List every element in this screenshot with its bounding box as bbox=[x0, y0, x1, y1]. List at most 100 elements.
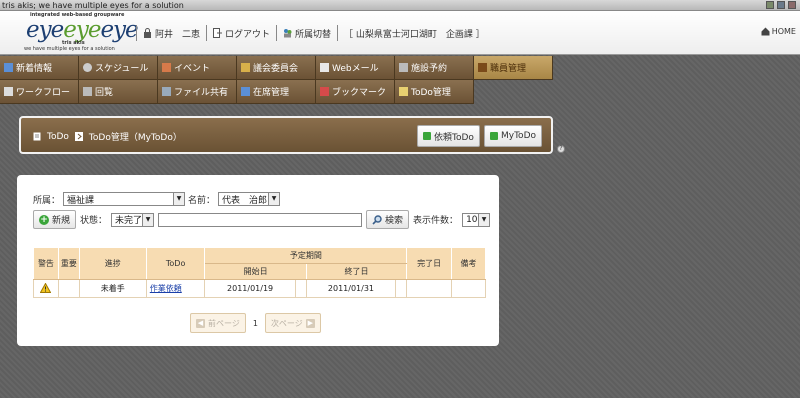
presence-icon bbox=[241, 87, 250, 96]
chevron-down-icon: ▼ bbox=[268, 193, 280, 205]
nav-news[interactable]: 新着情報 bbox=[0, 56, 79, 80]
dept-select[interactable]: 福祉課 ▼ bbox=[63, 192, 186, 206]
next-page-button[interactable]: 次ページ ▶ bbox=[264, 313, 321, 333]
switch-dept-link[interactable]: 所属切替 bbox=[276, 25, 337, 41]
logout-icon bbox=[213, 28, 223, 38]
todo-panel: 所属： 福祉課 ▼ 名前： 代表 治郎 ▼ + 新規 状態： 未完了 ▼ 検索 … bbox=[17, 175, 499, 346]
window-titlebar: tris akis; we have multiple eyes for a s… bbox=[0, 0, 800, 11]
close-icon[interactable] bbox=[788, 1, 796, 9]
col-warning: 警告 bbox=[33, 247, 59, 280]
minimize-icon[interactable] bbox=[766, 1, 774, 9]
maximize-icon[interactable] bbox=[777, 1, 785, 9]
workflow-icon bbox=[4, 87, 13, 96]
warning-icon bbox=[40, 282, 52, 293]
breadcrumb-todo[interactable]: ToDo bbox=[47, 132, 69, 142]
breadcrumb: ToDo ToDo管理（MyToDo） 依頼ToDo MyToDo bbox=[19, 116, 553, 154]
row-done bbox=[406, 279, 453, 298]
todo-page-icon bbox=[33, 132, 41, 141]
chevron-down-icon: ▼ bbox=[173, 193, 185, 205]
name-label: 名前： bbox=[188, 195, 216, 206]
mail-icon bbox=[320, 63, 329, 72]
row-progress: 未着手 bbox=[78, 279, 147, 298]
chevron-right-icon bbox=[74, 132, 83, 141]
nav-bookmark[interactable]: ブックマーク bbox=[316, 80, 395, 104]
todo-link[interactable]: 作業依頼 bbox=[150, 284, 182, 293]
nav-schedule[interactable]: スケジュール bbox=[79, 56, 158, 80]
nav-facility[interactable]: 施設予約 bbox=[395, 56, 474, 80]
user-name: 阿井 二恵 bbox=[155, 29, 201, 40]
news-icon bbox=[4, 63, 13, 72]
org-name: ［ 山梨県富士河口湖町 企画課 ］ bbox=[337, 25, 491, 41]
breadcrumb-current: ToDo管理（MyToDo） bbox=[88, 133, 182, 143]
nav-file-share[interactable]: ファイル共有 bbox=[158, 80, 237, 104]
plus-icon: + bbox=[39, 214, 49, 225]
nav-event[interactable]: イベント bbox=[158, 56, 237, 80]
window-controls bbox=[766, 1, 796, 9]
dept-label: 所属： bbox=[33, 195, 61, 206]
chevron-down-icon: ▼ bbox=[142, 213, 154, 226]
request-todo-button[interactable]: 依頼ToDo bbox=[417, 125, 480, 147]
home-link[interactable]: HOME bbox=[761, 27, 796, 36]
count-select[interactable]: 10 ▼ bbox=[462, 212, 491, 227]
name-select[interactable]: 代表 治郎 ▼ bbox=[218, 192, 281, 206]
arrow-left-icon: ◀ bbox=[196, 318, 205, 328]
user-info: 阿井 二恵 bbox=[136, 25, 206, 41]
bookmark-icon bbox=[320, 87, 329, 96]
request-icon bbox=[423, 132, 431, 140]
new-button[interactable]: + 新規 bbox=[33, 210, 77, 229]
app-header: integrated web-based groupware eyeeyeeye… bbox=[0, 11, 800, 55]
file-share-icon bbox=[162, 87, 171, 96]
count-label: 表示件数： bbox=[413, 216, 459, 226]
main-nav: 新着情報 スケジュール イベント 議会委員会 Webメール 施設予約 職員管理 … bbox=[0, 56, 557, 104]
arrow-right-icon: ▶ bbox=[305, 318, 315, 328]
nav-staff[interactable]: 職員管理 bbox=[474, 56, 553, 80]
row-note bbox=[451, 279, 486, 298]
todo-table: 警告 重要 進捗 ToDo 予定期間 完了日 備考 開始日 終了日 未着手 作業… bbox=[33, 247, 486, 298]
row-start: 2011/01/19 bbox=[204, 279, 296, 298]
col-done: 完了日 bbox=[406, 247, 453, 280]
circular-icon bbox=[83, 87, 92, 96]
my-todo-icon bbox=[490, 132, 498, 140]
search-input[interactable] bbox=[158, 212, 363, 227]
lock-icon bbox=[144, 28, 151, 38]
window-title: tris akis; we have multiple eyes for a s… bbox=[2, 1, 184, 10]
nav-todo[interactable]: ToDo管理 bbox=[395, 80, 474, 104]
search-button[interactable]: 検索 bbox=[366, 210, 410, 229]
status-select[interactable]: 未完了 ▼ bbox=[111, 212, 155, 227]
nav-council[interactable]: 議会委員会 bbox=[237, 56, 316, 80]
col-end: 終了日 bbox=[305, 263, 408, 280]
schedule-icon bbox=[83, 63, 92, 72]
nav-presence[interactable]: 在席管理 bbox=[237, 80, 316, 104]
logout-link[interactable]: ログアウト bbox=[206, 25, 276, 41]
nav-workflow[interactable]: ワークフロー bbox=[0, 80, 79, 104]
switch-dept-label: 所属切替 bbox=[295, 29, 332, 40]
col-progress: 進捗 bbox=[78, 247, 147, 280]
col-note: 備考 bbox=[451, 247, 486, 280]
council-icon bbox=[241, 63, 250, 72]
search-icon bbox=[372, 214, 382, 225]
nav-circular[interactable]: 回覧 bbox=[79, 80, 158, 104]
facility-icon bbox=[399, 63, 408, 72]
row-end: 2011/01/31 bbox=[305, 279, 397, 298]
col-start: 開始日 bbox=[204, 263, 307, 280]
current-page: 1 bbox=[252, 318, 258, 328]
home-icon bbox=[761, 27, 770, 36]
home-label: HOME bbox=[771, 27, 796, 36]
col-important: 重要 bbox=[57, 247, 80, 280]
col-planned: 予定期間 bbox=[204, 247, 408, 264]
nav-webmail[interactable]: Webメール bbox=[316, 56, 395, 80]
logout-label: ログアウト bbox=[225, 29, 271, 40]
todo-icon bbox=[399, 87, 408, 96]
logo-slogan: we have multiple eyes for a solution bbox=[24, 46, 115, 52]
table-row: 未着手 作業依頼 2011/01/19 2011/01/31 bbox=[33, 279, 486, 298]
people-icon bbox=[284, 29, 292, 38]
logo[interactable]: integrated web-based groupware eyeeyeeye… bbox=[24, 12, 139, 54]
event-icon bbox=[162, 63, 171, 72]
col-todo: ToDo bbox=[145, 247, 206, 280]
help-icon[interactable]: ? bbox=[557, 145, 565, 153]
staff-icon bbox=[478, 63, 487, 72]
pagination: ◀ 前ページ 1 次ページ ▶ bbox=[190, 313, 321, 333]
my-todo-button[interactable]: MyToDo bbox=[484, 125, 543, 147]
prev-page-button[interactable]: ◀ 前ページ bbox=[190, 313, 246, 333]
chevron-down-icon: ▼ bbox=[478, 213, 490, 226]
